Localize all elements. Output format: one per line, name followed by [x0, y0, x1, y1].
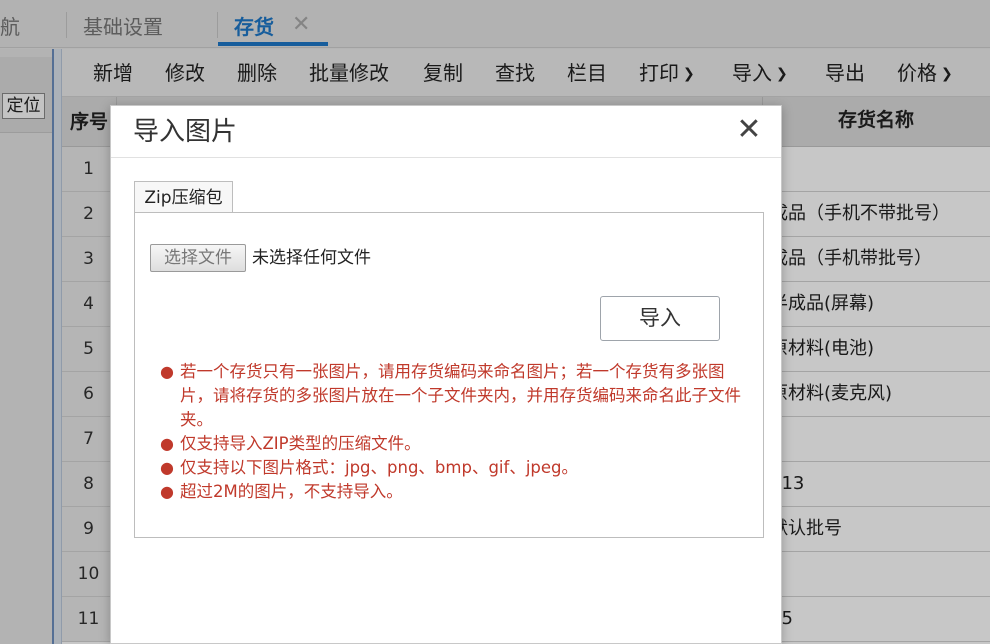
note-item: ● 仅支持以下图片格式：jpg、png、bmp、gif、jpeg。 — [160, 456, 750, 480]
tab-zip-archive[interactable]: Zip压缩包 — [134, 181, 233, 213]
dialog-divider — [111, 157, 781, 158]
zip-panel: 选择文件 未选择任何文件 导入 ● 若一个存货只有一张图片，请用存货编码来命名图片… — [134, 212, 764, 538]
note-text: 超过2M的图片，不支持导入。 — [180, 482, 403, 501]
note-item: ● 超过2M的图片，不支持导入。 — [160, 480, 750, 504]
note-item: ● 仅支持导入ZIP类型的压缩文件。 — [160, 432, 750, 456]
import-button[interactable]: 导入 — [600, 296, 720, 341]
import-notes: ● 若一个存货只有一张图片，请用存货编码来命名图片；若一个存货有多张图片，请将存货… — [160, 360, 750, 504]
note-text: 仅支持以下图片格式：jpg、png、bmp、gif、jpeg。 — [180, 458, 579, 477]
note-text: 仅支持导入ZIP类型的压缩文件。 — [180, 434, 421, 453]
choose-file-button[interactable]: 选择文件 — [150, 244, 246, 272]
file-status-text: 未选择任何文件 — [252, 248, 371, 268]
note-item: ● 若一个存货只有一张图片，请用存货编码来命名图片；若一个存货有多张图片，请将存货… — [160, 360, 750, 432]
bullet-icon: ● — [160, 434, 174, 453]
close-icon[interactable]: ✕ — [733, 112, 765, 148]
bullet-icon: ● — [160, 458, 174, 477]
bullet-icon: ● — [160, 362, 174, 381]
import-image-dialog: 导入图片 ✕ Zip压缩包 选择文件 未选择任何文件 导入 ● 若一个存货只有一张… — [110, 105, 782, 644]
note-text: 若一个存货只有一张图片，请用存货编码来命名图片；若一个存货有多张图片，请将存货的… — [180, 362, 741, 429]
bullet-icon: ● — [160, 482, 174, 501]
dialog-title: 导入图片 — [133, 117, 238, 147]
